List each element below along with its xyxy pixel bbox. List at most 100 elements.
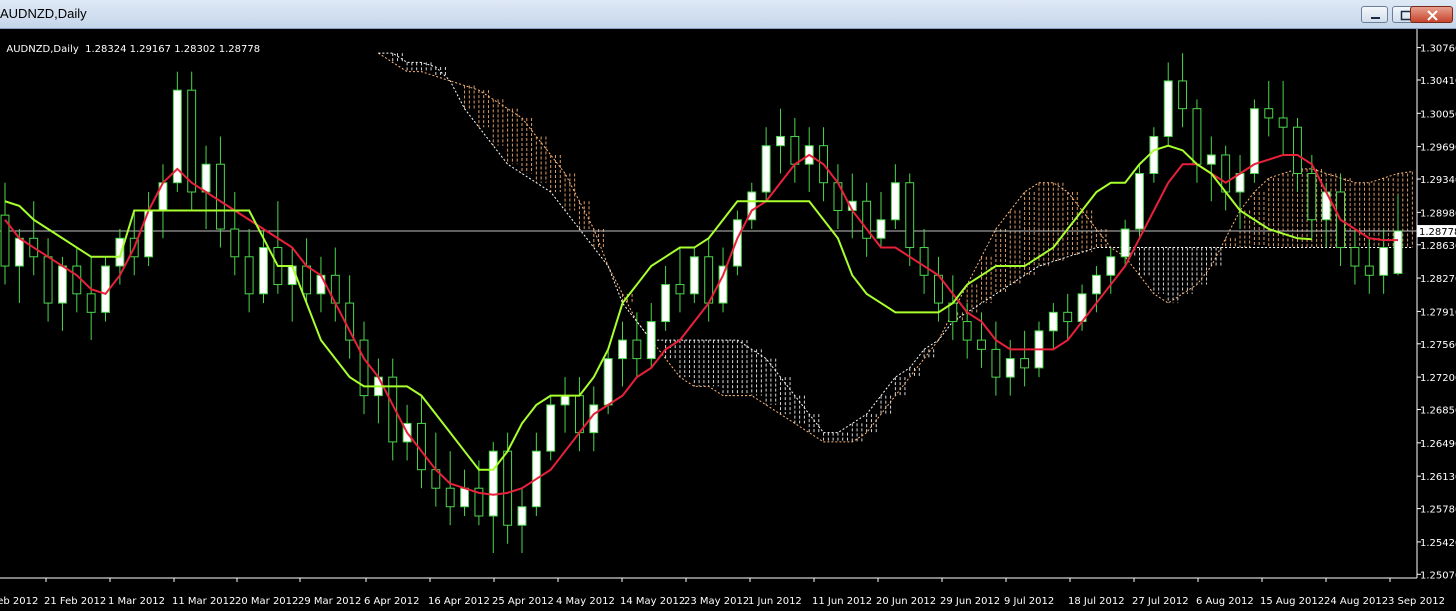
time-tick-label: 15 Aug 2012	[1260, 596, 1324, 606]
time-tick-label: 1 Jun 2012	[748, 596, 802, 606]
price-tick-label: 1.26850	[1420, 406, 1456, 417]
candle-body	[962, 321, 972, 341]
candle-body	[618, 339, 627, 360]
candle-body	[1163, 80, 1173, 137]
candle-body	[991, 348, 1001, 378]
candle-body	[890, 182, 900, 221]
chart-area[interactable]: 1.30760 1.30410 1.30050 1.29690 1.29340 1.289…	[0, 29, 1456, 607]
candle-body	[215, 163, 225, 230]
indicator-line	[4, 144, 1312, 471]
time-tick-label: 23 May 2012	[684, 596, 749, 606]
minimize-icon	[1371, 17, 1380, 19]
candle-body	[187, 89, 197, 193]
price-tick-label: 1.29690	[1420, 143, 1456, 154]
close-button[interactable]	[1410, 6, 1453, 23]
candle-body	[230, 228, 240, 258]
time-tick-label: 11 Jun 2012	[812, 596, 872, 606]
candle-body	[977, 339, 986, 350]
candle-body	[675, 284, 685, 295]
time-tick-label: 9 Jul 2012	[1004, 596, 1054, 606]
candle-body	[1048, 311, 1058, 332]
candle-body	[1091, 274, 1101, 295]
time-tick-label: 24 Aug 2012	[1324, 596, 1388, 606]
candle-body	[1393, 230, 1403, 274]
candle-body	[1364, 265, 1374, 276]
candle-body	[1178, 80, 1188, 110]
symbol-info-bar: AUDNZD,Daily 1.28324 1.29167 1.28302 1.2…	[0, 33, 260, 55]
time-tick-label: 29 Mar 2012	[298, 596, 361, 606]
candle-body	[503, 450, 513, 526]
candle-body	[460, 487, 469, 508]
candle-body	[1278, 117, 1288, 128]
price-tick-label: 1.29340	[1420, 175, 1456, 186]
price-tick-label: 1.28630	[1420, 241, 1456, 252]
time-tick-label: 14 May 2012	[620, 596, 685, 606]
time-tick-label: 20 Jun 2012	[876, 596, 936, 606]
open-value: 1.28324	[85, 44, 127, 55]
candle-body	[632, 339, 642, 360]
candle-body	[1221, 154, 1231, 193]
time-tick-label: 16 Apr 2012	[428, 596, 490, 606]
candle-body	[57, 265, 67, 304]
close-icon	[1427, 10, 1438, 21]
current-price-value: 1.28778	[1419, 227, 1456, 238]
candle-body	[517, 506, 527, 526]
candle-body	[776, 135, 785, 147]
price-tick-label: 1.28270	[1420, 274, 1456, 285]
candle-body	[1350, 247, 1360, 267]
price-tick-label: 1.25420	[1420, 538, 1456, 549]
candle-body	[761, 145, 771, 193]
candle-body	[905, 182, 915, 249]
price-tick-label: 1.25070	[1420, 570, 1456, 581]
candle-body	[1106, 256, 1116, 276]
price-tick-label: 1.27200	[1420, 373, 1456, 384]
minimize-button[interactable]	[1361, 6, 1388, 23]
time-tick-label: 6 Aug 2012	[1196, 596, 1254, 606]
price-tick-label: 1.28980	[1420, 208, 1456, 219]
time-tick-label: 18 Jul 2012	[1068, 596, 1125, 606]
high-value: 1.29167	[129, 44, 171, 55]
indicator-line	[4, 153, 1398, 496]
time-tick-label: 25 Apr 2012	[492, 596, 554, 606]
time-tick-label: 11 Mar 2012	[172, 596, 235, 606]
candle-body	[115, 237, 125, 267]
candle-body	[646, 321, 656, 360]
price-tick-label: 1.30760	[1420, 44, 1456, 55]
candle-body	[445, 487, 455, 508]
candle-body	[718, 265, 728, 304]
candle-body	[72, 265, 82, 295]
candle-body	[574, 395, 584, 434]
time-tick-label: 4 May 2012	[556, 596, 615, 606]
candle-body	[201, 163, 211, 193]
time-tick-label: 29 Jun 2012	[940, 596, 1000, 606]
candle-body	[1149, 135, 1159, 174]
candle-body	[1264, 108, 1274, 119]
ichimoku-chart[interactable]: 1.30760 1.30410 1.30050 1.29690 1.29340 1.289…	[0, 29, 1456, 607]
price-tick-label: 1.26130	[1420, 472, 1456, 483]
candle-body	[259, 247, 268, 295]
candle-body	[1063, 311, 1073, 323]
candle-body	[488, 450, 498, 517]
candle-body	[86, 293, 96, 313]
candle-body	[1120, 228, 1130, 258]
candle-body	[302, 265, 312, 295]
candle-body	[1206, 154, 1216, 165]
price-tick-label: 1.27560	[1420, 340, 1456, 351]
time-tick-label: 21 Feb 2012	[44, 596, 106, 606]
candle-body	[14, 237, 24, 267]
price-tick-label: 1.26490	[1420, 439, 1456, 450]
candle-body	[689, 256, 699, 295]
candle-body	[919, 247, 929, 276]
candle-body	[316, 274, 326, 295]
time-tick-label: Feb 2012	[0, 596, 38, 606]
candle-body	[1379, 247, 1389, 276]
time-tick-label: 20 Mar 2012	[235, 596, 298, 606]
candle-body	[244, 256, 254, 295]
symbol-label: AUDNZD,Daily	[6, 44, 79, 55]
close-value: 1.28778	[218, 44, 261, 55]
candle-body	[1293, 126, 1302, 174]
candle-body	[43, 256, 53, 304]
candle-body	[790, 135, 800, 165]
candle-body	[876, 219, 886, 239]
low-value: 1.28302	[174, 44, 216, 55]
